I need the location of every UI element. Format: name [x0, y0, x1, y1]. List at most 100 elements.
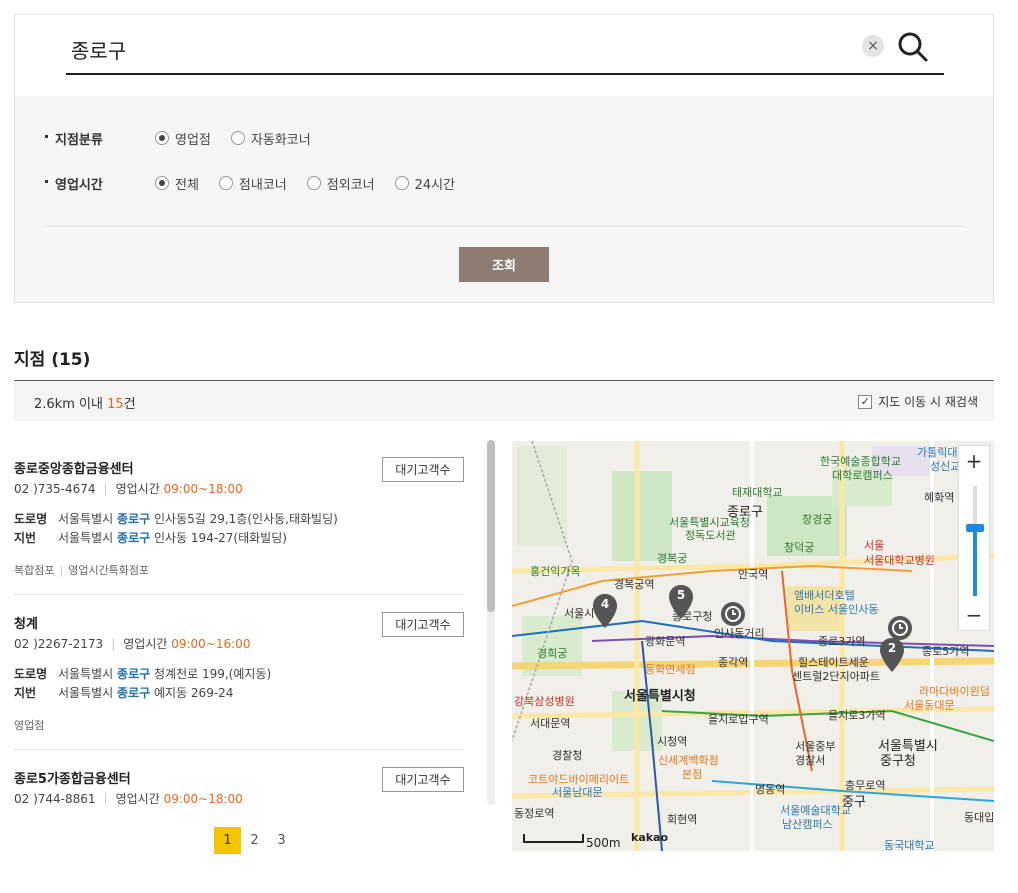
map-label: 경복궁역	[614, 578, 655, 591]
map-label: 본점	[682, 768, 703, 781]
branch-name[interactable]: 청계	[14, 613, 38, 632]
filter-hours: 영업시간 전체 점내코너 점외코너 24시간	[45, 173, 475, 193]
map-label: 창덕궁	[784, 541, 815, 554]
zoom-level-fill	[973, 528, 977, 596]
list-item[interactable]: 종로중앙종합금융센터 대기고객수 02 )735-4674 | 영업시간 09:00…	[14, 440, 464, 595]
radio-icon	[218, 176, 233, 190]
map-label: 서울남대문	[552, 786, 603, 799]
radio-all[interactable]: 전체	[155, 174, 199, 193]
map-pin[interactable]: 4	[592, 593, 618, 629]
search-bar: 종로구 ×	[15, 15, 993, 96]
radio-selected-icon	[155, 131, 169, 145]
map-label: 태재대학교	[732, 486, 783, 499]
map-view[interactable]: 한국예술종합학교 대학로캠퍼스 태재대학교 종로구 서울특별시교육청 정독도서관…	[512, 441, 994, 851]
addr-label: 도로명	[14, 512, 48, 526]
map-label: 인사동거리	[714, 627, 765, 640]
map-label: 서울	[864, 539, 885, 552]
count-suffix: 건	[123, 397, 136, 412]
map-label: 종로5가역	[922, 645, 970, 658]
branch-tel: 02 )735-4674 | 영업시간 09:00~18:00	[14, 482, 243, 496]
radio-outside-corner[interactable]: 점외코너	[306, 174, 375, 193]
map-label: 명동역	[755, 783, 786, 796]
map-pin[interactable]: 2	[879, 637, 905, 673]
divider	[45, 226, 965, 227]
addr-keyword: 종로구	[117, 531, 151, 545]
page-2[interactable]: 2	[241, 827, 268, 854]
addr-rest: 예지동 269-24	[153, 686, 234, 700]
map-label: 광화문역	[645, 635, 686, 648]
zoom-out-button[interactable]: −	[959, 600, 989, 630]
road-address: 도로명 서울특별시 종로구 청계천로 199,(예지동)	[14, 665, 271, 682]
pin-number: 5	[676, 588, 686, 602]
map-label: 혜화역	[924, 491, 955, 504]
wait-count-button[interactable]: 대기고객수	[382, 767, 464, 792]
hours-value: 09:00~18:00	[163, 482, 243, 496]
branch-tel: 02 )2267-2173 | 영업시간 09:00~16:00	[14, 637, 251, 651]
wait-count-button[interactable]: 대기고객수	[382, 612, 464, 637]
filter-branch-type: 지점분류 영업점 자동화코너	[45, 128, 331, 148]
zoom-slider-handle[interactable]	[966, 524, 984, 532]
radio-inside-corner[interactable]: 점내코너	[218, 174, 287, 193]
pin-number: 4	[600, 597, 610, 611]
map-label: 종각역	[718, 656, 749, 669]
map-label: 을지로입구역	[708, 713, 769, 726]
zoom-in-button[interactable]: +	[959, 446, 989, 476]
scroll-thumb[interactable]	[487, 440, 495, 612]
radio-label: 자동화코너	[250, 132, 311, 148]
list-item[interactable]: 종로5가종합금융센터 대기고객수 02 )744-8861 | 영업시간 09:00…	[14, 750, 464, 805]
addr-city: 서울특별시	[58, 686, 114, 700]
branch-tel: 02 )744-8861 | 영업시간 09:00~18:00	[14, 792, 243, 805]
pin-number: 2	[887, 641, 897, 655]
page-1[interactable]: 1	[214, 827, 241, 854]
filter-label: 지점분류	[45, 129, 155, 148]
addr-keyword: 종로구	[117, 512, 151, 526]
map-label: 서대문역	[530, 717, 571, 730]
addr-rest: 인사동5길 29,1층(인사동,태화빌딩)	[153, 512, 338, 526]
hours-label: 영업시간	[115, 792, 160, 805]
addr-label: 도로명	[14, 667, 48, 681]
lot-address: 지번 서울특별시 종로구 예지동 269-24	[14, 684, 233, 701]
kakao-logo: kakao	[631, 831, 669, 844]
radio-24h[interactable]: 24시간	[394, 174, 456, 193]
map-label: 이비스 서울인사동	[794, 603, 879, 616]
radio-label: 24시간	[414, 177, 456, 193]
recheck-on-move[interactable]: ✓ 지도 이동 시 재검색	[858, 393, 978, 410]
map-label: 홍건익가옥	[530, 565, 581, 578]
list-item[interactable]: 청계 대기고객수 02 )2267-2173 | 영업시간 09:00~16:00 …	[14, 595, 464, 750]
page-3[interactable]: 3	[268, 827, 295, 854]
clock-marker-icon[interactable]	[720, 601, 746, 627]
distance-text: 2.6km 이내	[34, 397, 108, 412]
clear-icon[interactable]: ×	[862, 35, 884, 57]
wait-count-button[interactable]: 대기고객수	[382, 457, 464, 482]
search-input[interactable]: 종로구	[71, 35, 126, 64]
map-label: 경복궁	[657, 552, 688, 565]
list-scrollbar[interactable]	[487, 440, 495, 805]
addr-rest: 인사동 194-27(태화빌딩)	[153, 531, 287, 545]
tag: 복합점포	[14, 564, 55, 577]
hours-value: 09:00~16:00	[171, 637, 251, 651]
clock-marker-icon[interactable]	[887, 615, 913, 641]
count-number: 15	[107, 397, 124, 412]
filter-label: 영업시간	[45, 174, 155, 193]
checkbox-checked-icon[interactable]: ✓	[858, 394, 873, 409]
addr-rest: 청계천로 199,(예지동)	[153, 667, 272, 681]
radio-atm-corner[interactable]: 자동화코너	[230, 129, 311, 148]
road-address: 도로명 서울특별시 종로구 인사동5길 29,1층(인사동,태화빌딩)	[14, 510, 338, 527]
search-panel: 종로구 × 지점분류 영업점 자동화코너 영업시간 전체 점내코너 점외코너 2…	[14, 14, 994, 303]
map-pin[interactable]: 5	[668, 584, 694, 620]
map-label: 성신교	[930, 460, 961, 473]
branch-tags: 영업점	[14, 717, 44, 733]
map-label: 서울동대문	[904, 699, 955, 712]
map-label: 회현역	[667, 813, 698, 826]
radio-icon	[230, 131, 245, 145]
scale-label: 500m	[586, 836, 621, 850]
map-label: 서울대학교병원	[864, 554, 935, 567]
branch-name[interactable]: 종로중앙종합금융센터	[14, 458, 134, 477]
branch-name[interactable]: 종로5가종합금융센터	[14, 768, 131, 787]
query-button[interactable]: 조회	[459, 247, 549, 282]
map-zoom-control: + −	[958, 445, 990, 631]
search-icon[interactable]	[897, 31, 929, 63]
radio-branch[interactable]: 영업점	[155, 129, 211, 148]
addr-city: 서울특별시	[58, 512, 114, 526]
map-label: 강북삼성병원	[514, 695, 575, 708]
